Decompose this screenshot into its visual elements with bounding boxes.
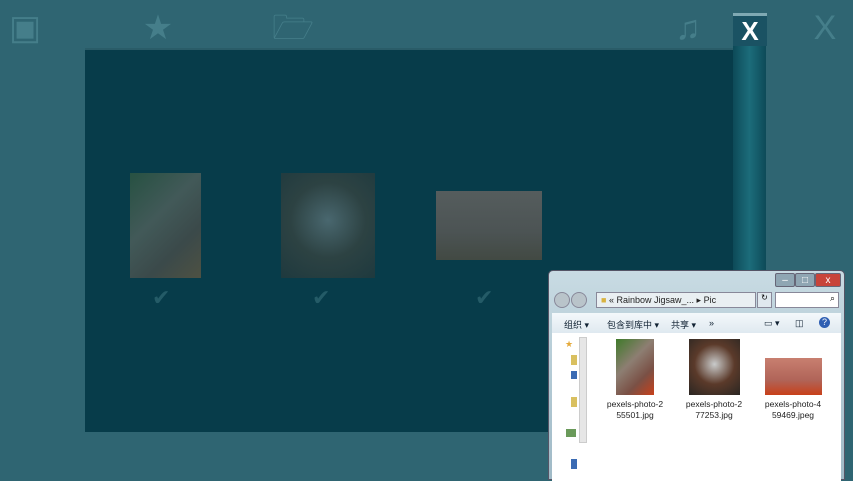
scrollbar[interactable] xyxy=(733,45,766,305)
favorites-star-icon[interactable]: ★ xyxy=(565,339,573,350)
maximize-button[interactable]: □ xyxy=(795,273,815,287)
file-list: ★ pexels-photo-2 55501.jpg pexels-photo-2… xyxy=(552,333,841,481)
close-window-button[interactable]: x xyxy=(815,273,841,287)
search-input[interactable]: ⌕ xyxy=(775,292,839,308)
file-name-ext: 77253.jpg xyxy=(695,410,733,420)
music-icon[interactable]: ♫ xyxy=(668,8,708,48)
breadcrumb-rainbow-jigsaw[interactable]: Rainbow Jigsaw_... xyxy=(616,295,694,305)
include-in-library-menu[interactable]: 包含到库中 ▾ xyxy=(607,318,659,331)
folder-icon[interactable] xyxy=(571,397,577,407)
search-icon: ⌕ xyxy=(829,293,835,303)
navigation-pane: ★ xyxy=(552,333,588,481)
file-item[interactable]: pexels-photo-4 59469.jpeg xyxy=(753,339,833,421)
ghost-close-icon: X xyxy=(813,9,837,47)
file-thumbnail xyxy=(688,339,740,395)
folder-icon: ■ xyxy=(601,295,607,305)
breadcrumb-pic[interactable]: Pic xyxy=(704,295,717,305)
gallery-thumbnail-3[interactable] xyxy=(436,191,542,260)
help-icon[interactable]: ? xyxy=(819,317,830,328)
file-item[interactable]: pexels-photo-2 55501.jpg xyxy=(595,339,675,421)
back-button[interactable] xyxy=(554,292,570,308)
pictures-icon[interactable] xyxy=(566,429,576,437)
file-name: pexels-photo-2 xyxy=(606,399,664,409)
gallery-thumbnail-1[interactable] xyxy=(130,173,201,278)
file-name-ext: 59469.jpeg xyxy=(771,410,815,420)
minimize-button[interactable]: – xyxy=(775,273,795,287)
address-prefix: « xyxy=(608,295,614,305)
file-item[interactable]: pexels-photo-2 77253.jpg xyxy=(674,339,754,421)
breadcrumb-separator[interactable]: ▸ xyxy=(697,295,702,305)
gallery-thumbnail-2[interactable] xyxy=(281,173,375,278)
folder-icon[interactable]: 🗁 xyxy=(272,8,314,48)
file-thumbnail xyxy=(616,339,654,395)
address-bar[interactable]: ■ « Rainbow Jigsaw_... ▸ Pic xyxy=(596,292,756,308)
more-button[interactable]: » xyxy=(709,318,714,328)
organize-menu[interactable]: 组织 ▾ xyxy=(564,318,589,331)
library-icon[interactable] xyxy=(571,371,577,379)
share-menu[interactable]: 共享 ▾ xyxy=(671,318,696,331)
file-explorer-window: – □ x ■ « Rainbow Jigsaw_... ▸ Pic ↻ ⌕ 组… xyxy=(548,270,845,481)
file-thumbnail xyxy=(764,358,822,395)
nav-scrollbar[interactable] xyxy=(579,337,587,443)
library-icon[interactable] xyxy=(571,459,577,469)
check-icon: ✔ xyxy=(312,285,331,310)
file-name: pexels-photo-4 xyxy=(764,399,822,409)
view-options-icon[interactable]: ▭ ▾ xyxy=(764,318,780,329)
check-icon: ✔ xyxy=(152,285,171,310)
star-icon[interactable]: ★ xyxy=(138,8,178,48)
file-name-ext: 55501.jpg xyxy=(616,410,654,420)
explorer-toolbar: 组织 ▾ 包含到库中 ▾ 共享 ▾ » ▭ ▾ ◫ ? xyxy=(552,313,841,333)
close-button[interactable]: X xyxy=(733,13,767,46)
folder-icon[interactable] xyxy=(571,355,577,365)
forward-button[interactable] xyxy=(571,292,587,308)
check-icon: ✔ xyxy=(475,285,494,310)
preview-pane-icon[interactable]: ◫ xyxy=(795,318,804,329)
refresh-button[interactable]: ↻ xyxy=(757,292,772,308)
file-name: pexels-photo-2 xyxy=(685,399,743,409)
image-frame-icon[interactable]: ▣ xyxy=(5,8,45,48)
